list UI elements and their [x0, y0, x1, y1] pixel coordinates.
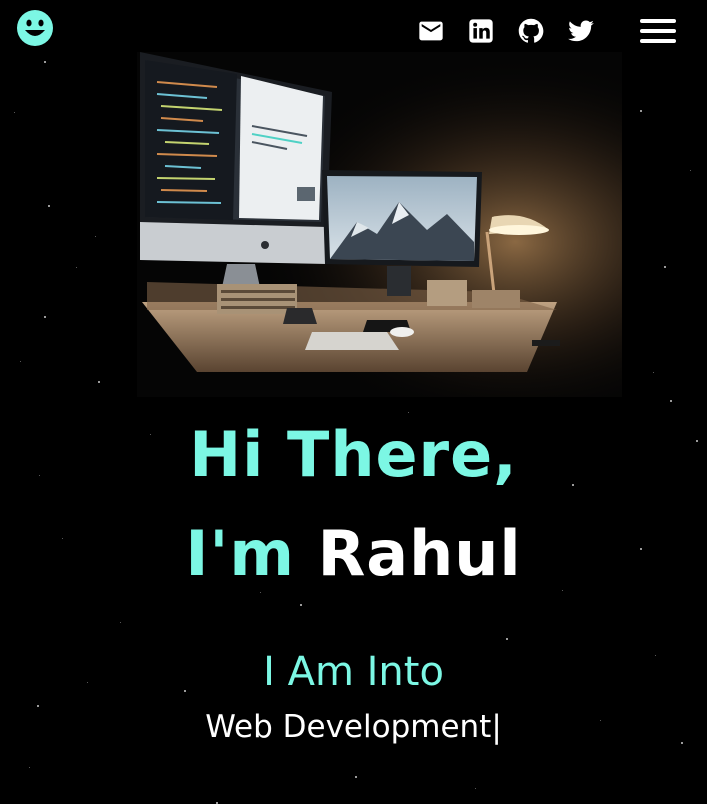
greeting-line-2: I'm Rahul	[0, 523, 707, 585]
greeting-line-1: Hi There,	[189, 418, 518, 491]
into-label: I Am Into	[263, 649, 444, 695]
desk-setup-illustration	[137, 52, 622, 397]
greeting-name: Rahul	[317, 517, 522, 590]
typed-role-text: Web Development|	[205, 709, 502, 745]
hamburger-menu-icon[interactable]	[640, 18, 676, 44]
smiley-logo-icon[interactable]	[16, 9, 54, 47]
twitter-icon[interactable]	[567, 17, 595, 45]
linkedin-icon[interactable]	[467, 17, 495, 45]
mail-icon[interactable]	[417, 17, 445, 45]
github-icon[interactable]	[517, 17, 545, 45]
top-navbar	[0, 0, 707, 60]
greeting-prefix: I'm	[185, 517, 318, 590]
